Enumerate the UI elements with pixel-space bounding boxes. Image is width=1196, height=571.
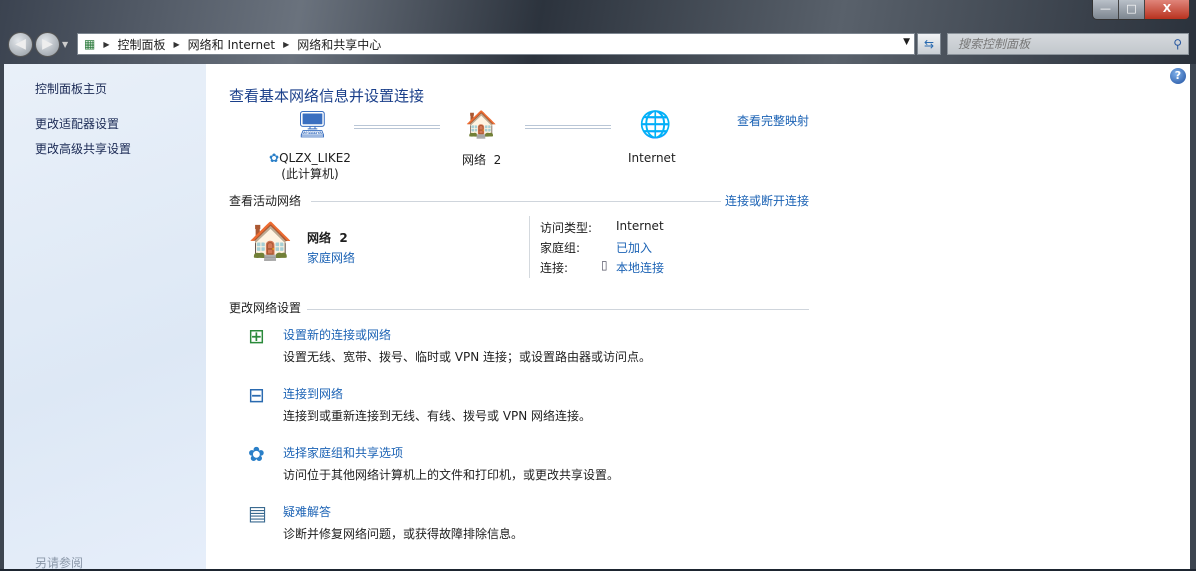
help-icon[interactable]: ?	[1170, 68, 1186, 84]
refresh-button[interactable]: ⇆	[917, 33, 941, 55]
divider	[311, 201, 721, 202]
search-icon[interactable]: ⚲	[1173, 34, 1182, 54]
connection-line	[525, 125, 611, 129]
breadcrumb-arrow-icon[interactable]: ▶	[174, 40, 180, 49]
breadcrumb-arrow-icon[interactable]: ▶	[103, 40, 109, 49]
active-networks-heading: 查看活动网络	[229, 194, 302, 208]
homegroup-label: 家庭组:	[540, 241, 581, 255]
computer-icon[interactable]: 🖥	[296, 112, 329, 138]
internet-globe-icon[interactable]: 🌐	[639, 112, 671, 138]
homegroup-link[interactable]: 已加入	[616, 239, 652, 256]
page-title: 查看基本网络信息并设置连接	[229, 87, 425, 105]
breadcrumb-arrow-icon[interactable]: ▶	[283, 40, 289, 49]
task-description: 诊断并修复网络问题，或获得故障排除信息。	[283, 527, 524, 541]
task-description: 设置无线、宽带、拨号、临时或 VPN 连接；或设置路由器或访问点。	[283, 350, 652, 364]
local-connection-link[interactable]: 本地连接	[616, 259, 664, 276]
address-bar[interactable]: ▦ ▶ 控制面板 ▶ 网络和 Internet ▶ 网络和共享中心 ▼	[77, 33, 915, 55]
troubleshoot-icon: ▤	[248, 501, 267, 525]
window-border	[1190, 64, 1196, 569]
access-type-value: Internet	[616, 219, 664, 233]
back-button[interactable]: ◀	[8, 32, 33, 57]
task-new-connection-link[interactable]: 设置新的连接或网络	[283, 326, 391, 343]
main-content: ? 查看基本网络信息并设置连接 🖥 🏠 🌐 查看完整映射 ✿QLZX_LIKE2…	[206, 64, 1190, 569]
change-settings-heading: 更改网络设置	[229, 301, 302, 315]
connection-label: 连接:	[540, 261, 569, 275]
search-placeholder: 搜索控制面板	[958, 37, 1031, 51]
see-also-heading: 另请参阅	[35, 556, 84, 570]
computer-name: QLZX_LIKE2	[279, 151, 351, 165]
close-button[interactable]: X	[1145, 0, 1189, 19]
minimize-button[interactable]: —	[1093, 0, 1119, 19]
task-troubleshoot-link[interactable]: 疑难解答	[283, 503, 331, 520]
sidebar-item-advanced-sharing[interactable]: 更改高级共享设置	[35, 140, 131, 157]
network-type-link[interactable]: 家庭网络	[307, 249, 355, 266]
internet-label: Internet	[628, 151, 676, 165]
recent-pages-dropdown[interactable]: ▼	[62, 40, 68, 49]
window-controls: — □ X	[1092, 0, 1190, 20]
view-full-map-link[interactable]: 查看完整映射	[737, 112, 809, 129]
home-network-large-icon: 🏠	[248, 221, 293, 262]
ethernet-icon: ▯	[601, 258, 608, 272]
maximize-button[interactable]: □	[1119, 0, 1145, 19]
active-network-name: 网络 2	[307, 231, 348, 245]
connect-disconnect-link[interactable]: 连接或断开连接	[725, 192, 809, 209]
homegroup-icon: ✿	[269, 151, 280, 165]
task-homegroup-link[interactable]: 选择家庭组和共享选项	[283, 444, 403, 461]
breadcrumb-control-panel[interactable]: 控制面板	[118, 36, 166, 53]
sidebar-item-adapter-settings[interactable]: 更改适配器设置	[35, 115, 119, 132]
divider	[307, 309, 809, 310]
network-name: 网络 2	[462, 153, 502, 167]
home-network-icon[interactable]: 🏠	[465, 112, 497, 138]
address-dropdown-icon[interactable]: ▼	[903, 37, 910, 47]
new-connection-icon: ⊞	[248, 324, 265, 348]
task-description: 访问位于其他网络计算机上的文件和打印机，或更改共享设置。	[283, 468, 620, 482]
homegroup-sharing-icon: ✿	[248, 442, 265, 466]
sidebar-item-control-panel-home[interactable]: 控制面板主页	[35, 80, 107, 97]
vertical-divider	[529, 216, 530, 278]
breadcrumb-network-sharing[interactable]: 网络和共享中心	[297, 36, 381, 53]
search-input[interactable]: 搜索控制面板 ⚲	[947, 33, 1189, 55]
title-bar: — □ X ◀ ▶ ▼ ▦ ▶ 控制面板 ▶ 网络和 Internet ▶ 网络…	[0, 0, 1196, 64]
task-description: 连接到或重新连接到无线、有线、拨号或 VPN 网络连接。	[283, 409, 592, 423]
control-panel-icon: ▦	[84, 37, 96, 51]
computer-sub: (此计算机)	[281, 167, 339, 181]
task-connect-network-link[interactable]: 连接到网络	[283, 385, 343, 402]
access-type-label: 访问类型:	[540, 221, 593, 235]
connect-network-icon: ⊟	[248, 383, 265, 407]
breadcrumb-network-internet[interactable]: 网络和 Internet	[188, 36, 275, 53]
connection-line	[354, 125, 440, 129]
forward-button[interactable]: ▶	[35, 32, 60, 57]
sidebar: 控制面板主页 更改适配器设置 更改高级共享设置 另请参阅	[0, 64, 206, 570]
